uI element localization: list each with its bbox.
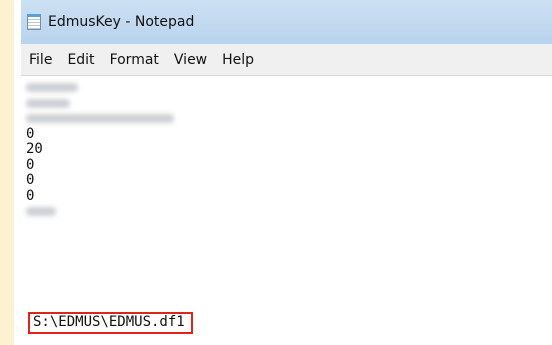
menu-edit[interactable]: Edit xyxy=(60,52,101,68)
redacted-line xyxy=(26,204,552,220)
notepad-window: EdmusKey - Notepad File Edit Format View… xyxy=(14,0,552,345)
highlighted-path-line: S:\EDMUS\EDMUS.df1 xyxy=(28,312,193,334)
menu-format[interactable]: Format xyxy=(103,52,166,68)
menu-file[interactable]: File xyxy=(22,52,59,68)
text-line: 0 xyxy=(26,172,35,188)
text-line: 0 xyxy=(26,125,35,142)
text-editor[interactable]: 0 20 0 0 0 S:\EDMUS\EDMUS.df1 xyxy=(21,76,552,345)
window-title: EdmusKey - Notepad xyxy=(48,14,195,30)
notepad-icon[interactable] xyxy=(27,14,41,30)
text-line: 20 xyxy=(26,141,43,157)
title-bar[interactable]: EdmusKey - Notepad xyxy=(21,0,552,44)
text-line: 0 xyxy=(26,156,35,173)
redacted-line xyxy=(26,111,552,127)
menu-bar: File Edit Format View Help xyxy=(21,44,552,76)
text-line: 0 xyxy=(26,187,35,204)
menu-help[interactable]: Help xyxy=(215,52,261,68)
menu-view[interactable]: View xyxy=(167,52,214,68)
redacted-line xyxy=(26,96,552,112)
redacted-line xyxy=(26,80,552,96)
